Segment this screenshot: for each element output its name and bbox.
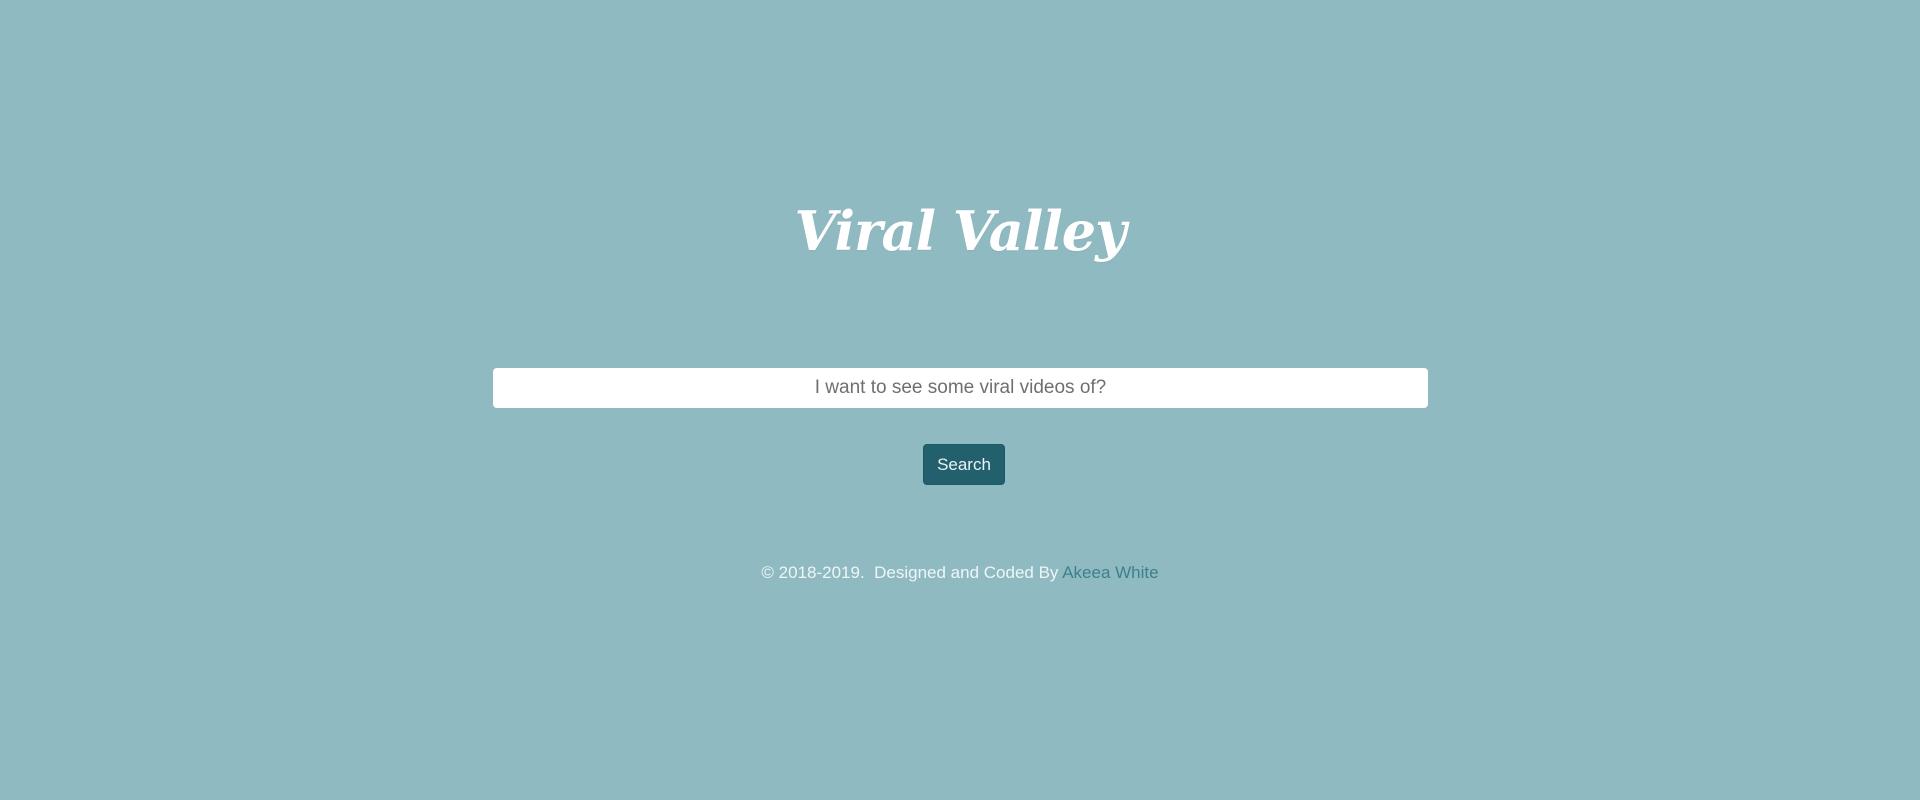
author-link[interactable]: Akeea White bbox=[1062, 563, 1158, 582]
search-button[interactable]: Search bbox=[923, 444, 1005, 485]
page-title: Viral Valley bbox=[794, 199, 1127, 263]
page: Viral Valley Search © 2018-2019. Designe… bbox=[0, 0, 1920, 800]
footer-copyright: © 2018-2019. Designed and Coded By bbox=[761, 563, 1063, 582]
search-input[interactable] bbox=[493, 368, 1428, 408]
footer: © 2018-2019. Designed and Coded By Akeea… bbox=[0, 560, 1920, 586]
